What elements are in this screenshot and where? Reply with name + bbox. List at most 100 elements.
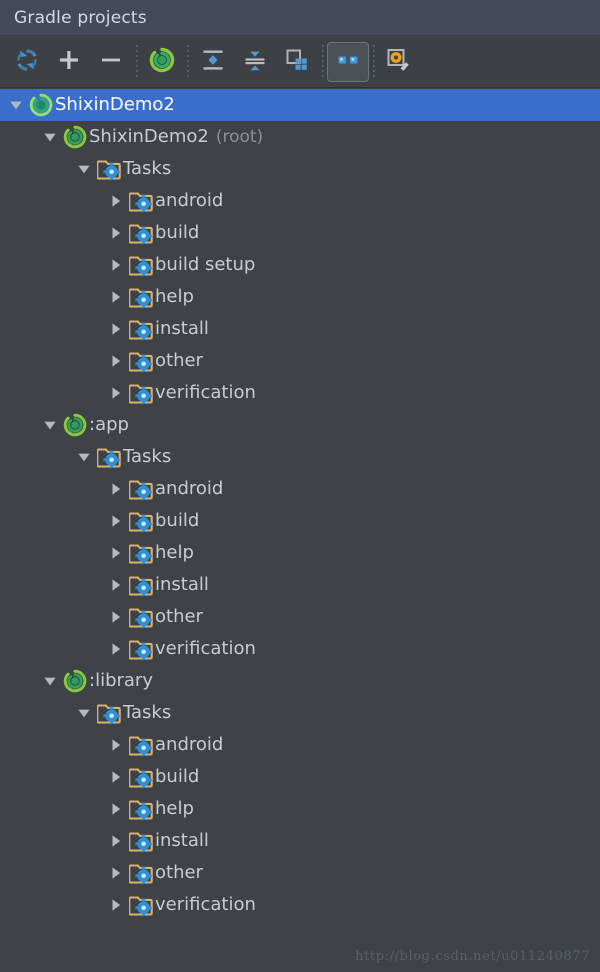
watermark: http://blog.csdn.net/u011240877 [355, 949, 590, 964]
tasks-folder-icon [96, 153, 122, 185]
tree-row[interactable]: Tasks [0, 153, 600, 185]
tasks-folder-icon [128, 761, 154, 793]
tree-row-label: help [155, 542, 194, 563]
gradle-settings-button[interactable] [378, 42, 420, 82]
chevron-down-icon[interactable] [72, 153, 96, 185]
chevron-right-icon[interactable] [104, 281, 128, 313]
tree-row[interactable]: help [0, 281, 600, 313]
tree-row[interactable]: verification [0, 889, 600, 921]
group-modules-icon [284, 47, 310, 77]
tasks-folder-icon [128, 569, 154, 601]
tree-row-label: help [155, 798, 194, 819]
tree-row[interactable]: android [0, 473, 600, 505]
gradle-icon [62, 665, 88, 697]
chevron-right-icon[interactable] [104, 793, 128, 825]
chevron-right-icon[interactable] [104, 633, 128, 665]
tree-row[interactable]: other [0, 601, 600, 633]
chevron-right-icon[interactable] [104, 377, 128, 409]
toolbar-separator [369, 42, 378, 82]
tree-row[interactable]: ShixinDemo2 (root) [0, 121, 600, 153]
chevron-right-icon[interactable] [104, 473, 128, 505]
tasks-folder-icon [128, 889, 154, 921]
tasks-folder-icon [128, 857, 154, 889]
chevron-right-icon[interactable] [104, 825, 128, 857]
tree-row-label: build setup [155, 254, 256, 275]
tree-row[interactable]: Tasks [0, 441, 600, 473]
chevron-down-icon[interactable] [38, 409, 62, 441]
gradle-icon [62, 121, 88, 153]
tasks-folder-icon [128, 185, 154, 217]
tree-row[interactable]: install [0, 569, 600, 601]
collapse-all-button[interactable] [234, 42, 276, 82]
tree-row-label: ShixinDemo2 [89, 126, 209, 147]
tree-row[interactable]: build [0, 217, 600, 249]
group-modules-button[interactable] [276, 42, 318, 82]
execute-task-button[interactable] [141, 42, 183, 82]
chevron-right-icon[interactable] [104, 601, 128, 633]
execute-task-icon [149, 47, 175, 77]
tree-row[interactable]: help [0, 537, 600, 569]
tasks-folder-icon [128, 281, 154, 313]
toggle-offline-button[interactable] [327, 41, 369, 82]
chevron-right-icon[interactable] [104, 537, 128, 569]
tree-row[interactable]: Tasks [0, 697, 600, 729]
tasks-folder-icon [128, 249, 154, 281]
minus-button[interactable] [90, 42, 132, 82]
refresh-button[interactable] [6, 42, 48, 82]
tree-row-label: Tasks [123, 446, 172, 467]
chevron-right-icon[interactable] [104, 729, 128, 761]
tree-row-label: android [155, 190, 224, 211]
chevron-down-icon[interactable] [38, 665, 62, 697]
tasks-folder-icon [128, 345, 154, 377]
tree-row-label: android [155, 734, 224, 755]
tree-row[interactable]: install [0, 313, 600, 345]
chevron-right-icon[interactable] [104, 345, 128, 377]
chevron-down-icon[interactable] [72, 441, 96, 473]
chevron-right-icon[interactable] [104, 217, 128, 249]
chevron-down-icon[interactable] [38, 121, 62, 153]
tasks-folder-icon [128, 313, 154, 345]
tree-row-label: verification [155, 382, 256, 403]
chevron-right-icon[interactable] [104, 857, 128, 889]
tasks-folder-icon [128, 217, 154, 249]
gradle-tree[interactable]: ShixinDemo2 ShixinDemo2 (root) Tasks android… [0, 89, 600, 972]
chevron-right-icon[interactable] [104, 313, 128, 345]
tree-row[interactable]: build setup [0, 249, 600, 281]
chevron-right-icon[interactable] [104, 505, 128, 537]
chevron-right-icon[interactable] [104, 249, 128, 281]
tasks-folder-icon [128, 537, 154, 569]
chevron-right-icon[interactable] [104, 761, 128, 793]
chevron-right-icon[interactable] [104, 185, 128, 217]
tree-row[interactable]: :library [0, 665, 600, 697]
tree-row[interactable]: android [0, 729, 600, 761]
refresh-icon [14, 47, 40, 77]
toolbar-separator [318, 42, 327, 82]
gradle-projects-panel: Gradle projects ShixinDemo2 ShixinDemo2 (r… [0, 0, 600, 972]
tree-row[interactable]: other [0, 857, 600, 889]
tree-row[interactable]: :app [0, 409, 600, 441]
chevron-right-icon[interactable] [104, 569, 128, 601]
tasks-folder-icon [128, 825, 154, 857]
toggle-offline-icon [335, 47, 361, 77]
tree-row-sublabel: (root) [215, 126, 264, 147]
collapse-all-icon [242, 47, 268, 77]
tree-row[interactable]: verification [0, 377, 600, 409]
plus-icon [56, 47, 82, 77]
chevron-down-icon[interactable] [4, 89, 28, 121]
expand-all-button[interactable] [192, 42, 234, 82]
tree-row[interactable]: ShixinDemo2 [0, 89, 600, 121]
plus-button[interactable] [48, 42, 90, 82]
tasks-folder-icon [128, 505, 154, 537]
tasks-folder-icon [128, 377, 154, 409]
chevron-right-icon[interactable] [104, 889, 128, 921]
tree-row[interactable]: build [0, 505, 600, 537]
tree-row-label: install [155, 574, 209, 595]
tree-row[interactable]: verification [0, 633, 600, 665]
gradle-icon [28, 89, 54, 121]
tree-row[interactable]: other [0, 345, 600, 377]
tree-row[interactable]: help [0, 793, 600, 825]
tree-row[interactable]: build [0, 761, 600, 793]
tree-row[interactable]: android [0, 185, 600, 217]
chevron-down-icon[interactable] [72, 697, 96, 729]
tree-row[interactable]: install [0, 825, 600, 857]
